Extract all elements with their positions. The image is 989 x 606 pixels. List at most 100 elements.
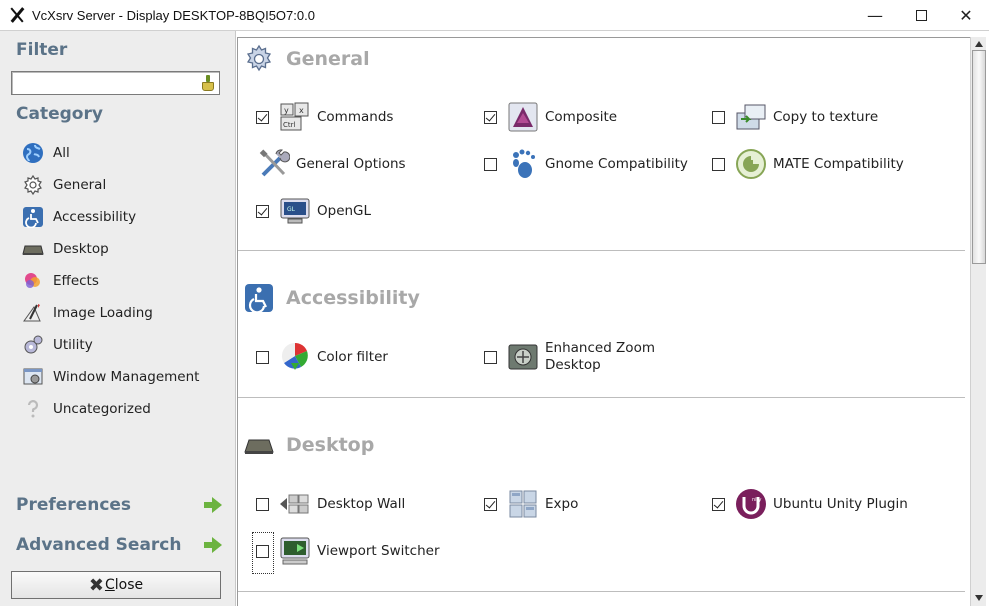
plugin-copy-to-texture[interactable]: Copy to texture (712, 100, 923, 134)
plugin-opengl[interactable]: GL OpenGL (256, 194, 467, 228)
scroll-up-icon[interactable] (975, 41, 983, 47)
plugin-list-panel: General y x Ctrl Commands Composite Copy t… (237, 37, 970, 606)
scroll-down-icon[interactable] (975, 595, 983, 601)
category-label: Image Loading (53, 305, 153, 321)
title-bar: VcXsrv Server - Display DESKTOP-8BQI5O7:… (0, 0, 989, 31)
opengl-monitor-icon: GL (280, 198, 310, 224)
close-window-button[interactable]: ✕ (943, 0, 989, 31)
maximize-icon (915, 10, 927, 21)
filter-field[interactable] (11, 71, 220, 95)
desktop-icon (244, 439, 274, 454)
tools-icon (259, 149, 290, 177)
checkbox-ubuntu-unity[interactable] (712, 497, 725, 511)
category-item-window-management[interactable]: Window Management (0, 361, 236, 393)
category-label: Utility (53, 337, 93, 353)
window-management-icon (22, 366, 44, 388)
desktop-icon (22, 238, 44, 260)
plugin-label: Copy to texture (773, 108, 879, 125)
accessibility-icon (245, 284, 273, 313)
minimize-icon: — (867, 6, 883, 25)
category-item-general[interactable]: General (0, 169, 236, 201)
plugin-expo[interactable]: Expo (484, 487, 695, 521)
category-item-uncategorized[interactable]: Uncategorized (0, 393, 236, 425)
close-icon: ✕ (959, 6, 973, 25)
category-item-utility[interactable]: Utility (0, 329, 236, 361)
checkbox-opengl[interactable] (256, 204, 269, 218)
checkbox-commands[interactable] (256, 110, 269, 124)
category-list: All General Accessibility Desktop Effect… (0, 137, 236, 425)
plugin-label: Gnome Compatibility (545, 155, 688, 172)
plugin-label: Commands (317, 108, 394, 125)
svg-text:y: y (284, 106, 289, 115)
advanced-search-link[interactable]: Advanced Search (16, 533, 222, 557)
plugin-label: Ubuntu Unity Plugin (773, 495, 908, 512)
composite-icon (508, 102, 538, 132)
category-label: Window Management (53, 369, 200, 385)
accessibility-icon (22, 206, 44, 228)
checkbox-mate-compatibility[interactable] (712, 157, 725, 171)
sidebar: Filter Category All General Accessibilit… (0, 31, 236, 606)
category-label: Accessibility (53, 209, 137, 225)
section-title-general: General (286, 48, 370, 70)
plugin-label: OpenGL (317, 202, 372, 219)
plugin-gnome-compatibility[interactable]: Gnome Compatibility (484, 147, 695, 181)
close-button[interactable]: ✖ Close (11, 571, 221, 599)
plugin-composite[interactable]: Composite (484, 100, 695, 134)
plugin-general-options[interactable]: General Options (258, 147, 446, 181)
checkbox-color-filter[interactable] (256, 350, 269, 364)
copy-to-texture-icon (736, 104, 766, 130)
checkbox-enhanced-zoom-desktop[interactable] (484, 350, 497, 364)
maximize-button[interactable] (898, 0, 944, 31)
scrollbar-thumb[interactable] (972, 50, 986, 264)
svg-text:GL: GL (287, 206, 296, 213)
section-header-desktop: Desktop (244, 427, 374, 463)
section-title-desktop: Desktop (286, 434, 375, 456)
plugin-label: Composite (545, 108, 618, 125)
vcxsrv-logo-icon (8, 6, 26, 24)
plugin-commands[interactable]: y x Ctrl Commands (256, 100, 467, 134)
category-label: All (53, 145, 70, 161)
checkbox-copy-to-texture[interactable] (712, 110, 725, 124)
category-item-desktop[interactable]: Desktop (0, 233, 236, 265)
svg-text:Ctrl: Ctrl (283, 121, 296, 129)
keyboard-keys-icon: y xCtrl (280, 102, 309, 131)
arrow-right-icon (204, 537, 222, 553)
close-label: Close (104, 577, 144, 593)
category-item-all[interactable]: All (0, 137, 236, 169)
checkbox-composite[interactable] (484, 110, 497, 124)
category-heading: Category (16, 104, 103, 124)
plugin-ubuntu-unity[interactable]: nity Ubuntu Unity Plugin (712, 487, 923, 521)
plugin-label: Expo (545, 495, 579, 512)
minimize-button[interactable]: — (852, 0, 898, 31)
plugin-color-filter[interactable]: Color filter (256, 340, 467, 374)
checkbox-gnome-compatibility[interactable] (484, 157, 497, 171)
plugin-label: Color filter (317, 348, 388, 365)
plugin-mate-compatibility[interactable]: MATE Compatibility (712, 147, 923, 181)
plugin-enhanced-zoom-desktop[interactable]: Enhanced Zoom Desktop (484, 340, 695, 374)
filter-input[interactable] (14, 74, 194, 92)
preferences-link[interactable]: Preferences (16, 493, 222, 517)
zoom-desktop-icon (508, 344, 538, 370)
svg-text:nity: nity (752, 497, 762, 503)
section-divider (238, 591, 965, 592)
checkbox-desktop-wall[interactable] (256, 497, 269, 511)
desktop-wall-icon (280, 494, 309, 514)
category-label: Desktop (53, 241, 109, 257)
plugin-viewport-switcher[interactable]: Viewport Switcher (256, 534, 467, 568)
window-title: VcXsrv Server - Display DESKTOP-8BQI5O7:… (32, 7, 315, 23)
question-icon (22, 398, 44, 420)
section-title-accessibility: Accessibility (286, 287, 420, 309)
section-divider (238, 250, 965, 251)
checkbox-expo[interactable] (484, 497, 497, 511)
vertical-scrollbar[interactable] (970, 37, 986, 606)
category-item-accessibility[interactable]: Accessibility (0, 201, 236, 233)
category-item-image-loading[interactable]: Image Loading (0, 297, 236, 329)
expo-icon (509, 490, 537, 518)
plugin-desktop-wall[interactable]: Desktop Wall (256, 487, 467, 521)
category-item-effects[interactable]: Effects (0, 265, 236, 297)
checkbox-viewport-switcher[interactable] (256, 544, 269, 558)
clear-filter-icon[interactable] (201, 75, 215, 91)
section-divider (238, 397, 965, 398)
color-filter-icon (281, 342, 308, 370)
utility-icon (22, 334, 44, 356)
